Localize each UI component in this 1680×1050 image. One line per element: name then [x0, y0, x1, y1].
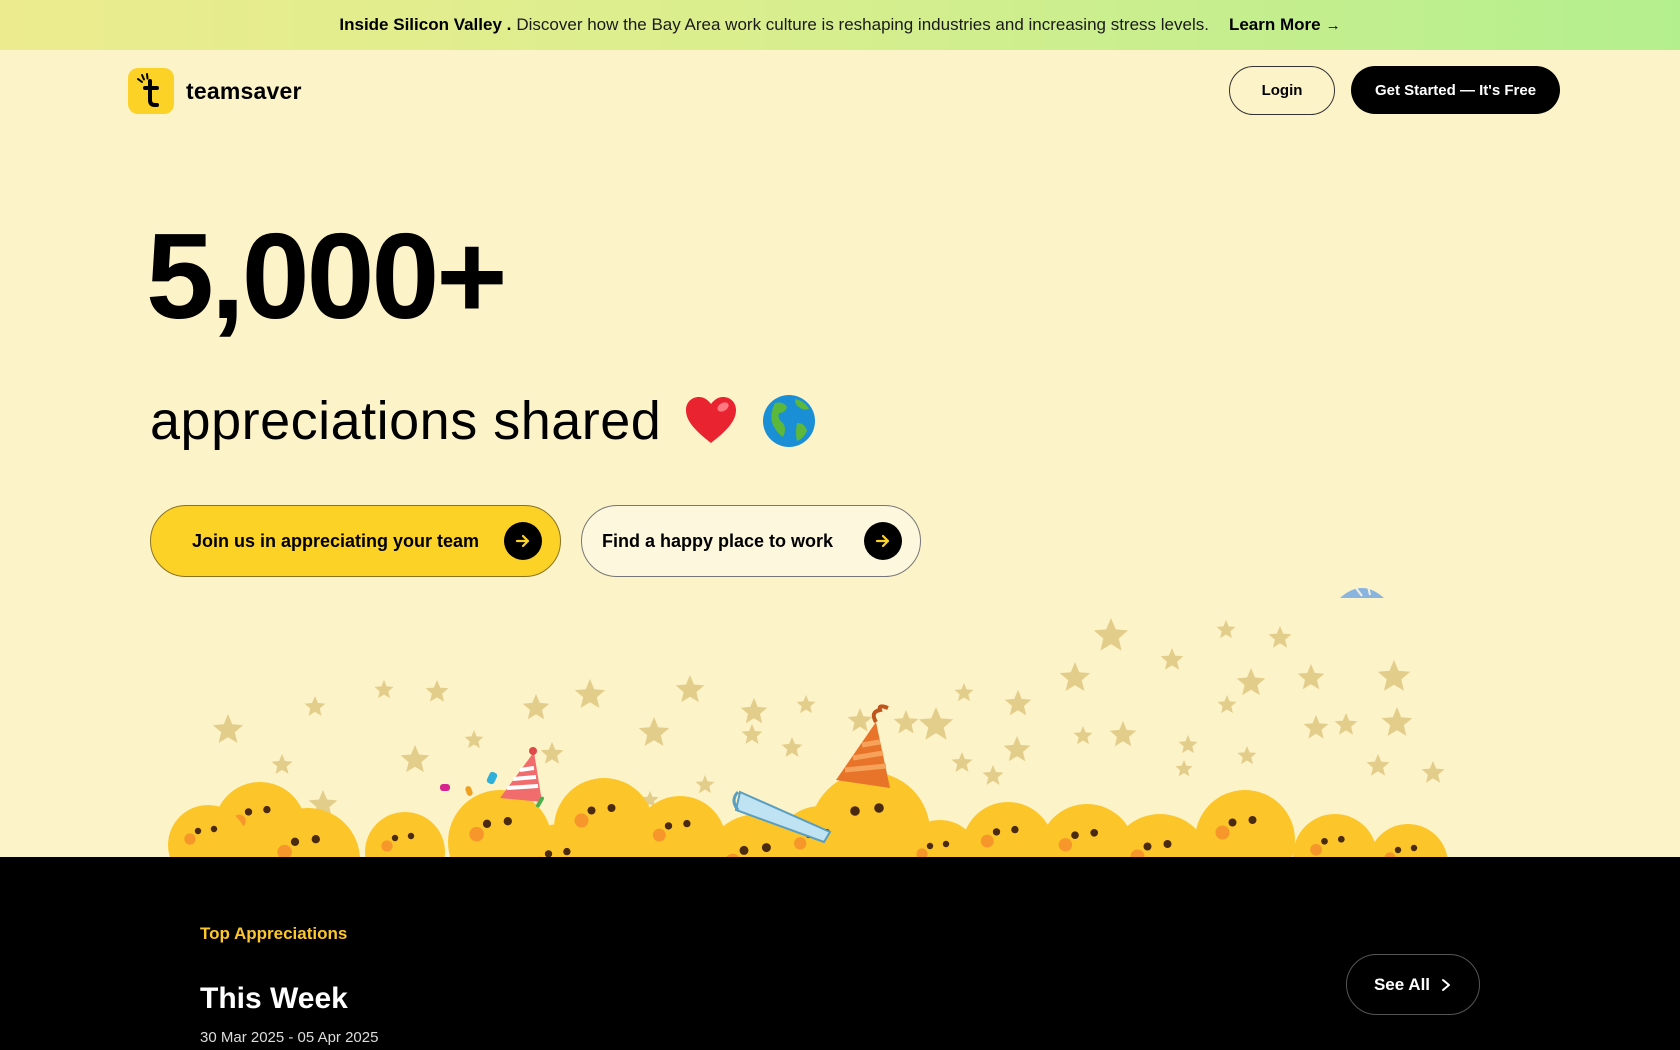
star-icon	[271, 754, 293, 774]
star-icon	[1175, 760, 1193, 777]
smiley-face-icon	[1293, 814, 1377, 857]
star-icon	[1381, 707, 1413, 736]
hero-subtitle-row: appreciations shared	[150, 393, 817, 449]
announcement-bar: Inside Silicon Valley . Discover how the…	[0, 0, 1680, 50]
chevron-right-icon	[1442, 978, 1451, 991]
star-icon	[781, 737, 803, 757]
smiley-face-icon	[1110, 814, 1210, 857]
star-icon	[1297, 664, 1325, 690]
star-icon	[1003, 736, 1031, 762]
star-icon	[954, 683, 974, 702]
date-range: 30 Mar 2025 - 05 Apr 2025	[200, 1029, 379, 1046]
find-happy-place-label: Find a happy place to work	[602, 530, 834, 551]
confetti-icon	[1340, 585, 1384, 598]
star-icon	[540, 742, 564, 764]
login-button[interactable]: Login	[1229, 66, 1335, 115]
star-icon	[1093, 618, 1129, 651]
star-icon	[1237, 746, 1257, 765]
star-icon	[695, 775, 715, 794]
star-icon	[1334, 713, 1358, 735]
star-icon	[304, 696, 326, 716]
section-eyebrow: Top Appreciations	[200, 924, 348, 943]
arrow-right-icon	[504, 522, 542, 560]
star-icon	[1004, 690, 1032, 716]
celebration-illustration	[0, 580, 1680, 857]
logo-text: teamsaver	[186, 77, 302, 104]
star-icon	[1216, 620, 1236, 639]
announcement-message: Discover how the Bay Area work culture i…	[516, 15, 1209, 34]
smiley-face-icon	[365, 812, 445, 857]
celebration-artwork	[168, 585, 1448, 857]
red-heart-icon	[686, 397, 737, 443]
star-icon	[847, 708, 873, 732]
star-icon	[1366, 754, 1390, 776]
announcement-title: Inside Silicon Valley .	[339, 15, 512, 34]
star-icon	[400, 745, 430, 773]
star-icon	[425, 680, 449, 702]
star-icon	[574, 679, 606, 708]
site-header: teamsaver Login Get Started — It's Free	[0, 50, 1680, 130]
learn-more-label: Learn More	[1228, 15, 1321, 34]
hero-subtitle: appreciations shared	[150, 391, 662, 451]
smiley-face-icon	[1368, 824, 1448, 857]
star-icon	[982, 765, 1004, 785]
find-happy-place-button[interactable]: Find a happy place to work	[581, 505, 921, 577]
section-title: This Week	[200, 982, 348, 1015]
star-icon	[1236, 668, 1266, 696]
teamsaver-logo-icon	[128, 68, 174, 114]
star-icon	[1268, 626, 1292, 648]
see-all-label: See All	[1373, 974, 1431, 994]
star-icon	[893, 710, 919, 734]
star-icon	[1377, 660, 1411, 691]
appreciation-count: 5,000+	[146, 208, 508, 344]
see-all-button[interactable]: See All	[1346, 954, 1480, 1015]
star-icon	[741, 724, 763, 744]
star-icon	[464, 730, 484, 749]
star-icon	[796, 695, 816, 714]
star-icon	[1421, 761, 1445, 783]
star-icon	[1303, 715, 1329, 739]
globe-americas-icon	[763, 395, 816, 447]
learn-more-link[interactable]: Learn More →	[1229, 15, 1341, 35]
star-icon	[374, 680, 394, 699]
top-appreciations-section: Top Appreciations This Week 30 Mar 2025 …	[0, 857, 1680, 1050]
star-icon	[1217, 695, 1237, 714]
star-icon	[1160, 648, 1184, 670]
join-appreciating-button[interactable]: Join us in appreciating your team	[150, 505, 561, 577]
star-icon	[1178, 735, 1198, 754]
party-hat-icon	[500, 747, 542, 802]
arrow-right-icon: →	[1325, 16, 1341, 34]
join-appreciating-label: Join us in appreciating your team	[192, 530, 480, 551]
star-icon	[740, 698, 768, 724]
get-started-button[interactable]: Get Started — It's Free	[1351, 66, 1560, 114]
star-icon	[1109, 721, 1137, 747]
star-icon	[522, 694, 550, 720]
star-icon	[951, 752, 973, 772]
star-icon	[918, 707, 954, 740]
smiley-face-icon	[1195, 790, 1295, 857]
star-icon	[1059, 662, 1091, 691]
star-icon	[1073, 726, 1093, 745]
star-icon	[638, 717, 670, 746]
star-icon	[212, 714, 244, 743]
arrow-right-icon	[864, 522, 902, 560]
star-icon	[675, 675, 705, 703]
logo[interactable]: teamsaver	[128, 68, 302, 114]
